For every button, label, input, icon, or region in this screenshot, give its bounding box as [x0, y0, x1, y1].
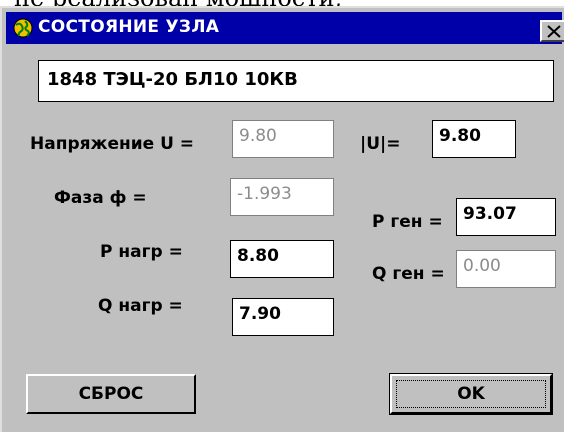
title-bar[interactable]: СОСТОЯНИЕ УЗЛА: [6, 12, 564, 44]
phase-label: Фаза ф =: [54, 188, 147, 208]
p-gen-field[interactable]: 93.07: [456, 198, 556, 236]
p-gen-label: Р ген =: [372, 212, 443, 232]
page: не реализован мощности, СОСТОЯНИЕ УЗЛА 1…: [0, 0, 564, 432]
voltage-label: Напряжение U =: [30, 134, 195, 154]
reset-button-label: СБРОС: [78, 384, 144, 404]
p-load-field[interactable]: 8.80: [230, 240, 334, 278]
q-load-label: Q нагр =: [98, 296, 183, 316]
globe-icon: [13, 18, 33, 38]
node-name-field[interactable]: 1848 ТЭЦ-20 БЛ10 10КВ: [38, 60, 554, 102]
voltage-field[interactable]: 9.80: [232, 120, 334, 158]
q-gen-field[interactable]: 0.00: [456, 250, 556, 288]
phase-field[interactable]: -1.993: [230, 178, 334, 216]
ok-button[interactable]: OK: [389, 373, 553, 415]
close-icon: [547, 25, 561, 38]
q-gen-label: Q ген =: [372, 264, 445, 284]
focus-ring: [396, 380, 546, 408]
abs-u-label: |U|=: [360, 134, 401, 154]
q-load-field[interactable]: 7.90: [232, 298, 334, 336]
p-load-label: Р нагр =: [100, 242, 183, 262]
reset-button[interactable]: СБРОС: [26, 374, 196, 414]
close-button[interactable]: [540, 20, 564, 42]
node-state-dialog: СОСТОЯНИЕ УЗЛА 1848 ТЭЦ-20 БЛ10 10КВ Нап…: [0, 6, 564, 432]
abs-u-field[interactable]: 9.80: [432, 120, 516, 158]
dialog-title: СОСТОЯНИЕ УЗЛА: [38, 17, 220, 37]
